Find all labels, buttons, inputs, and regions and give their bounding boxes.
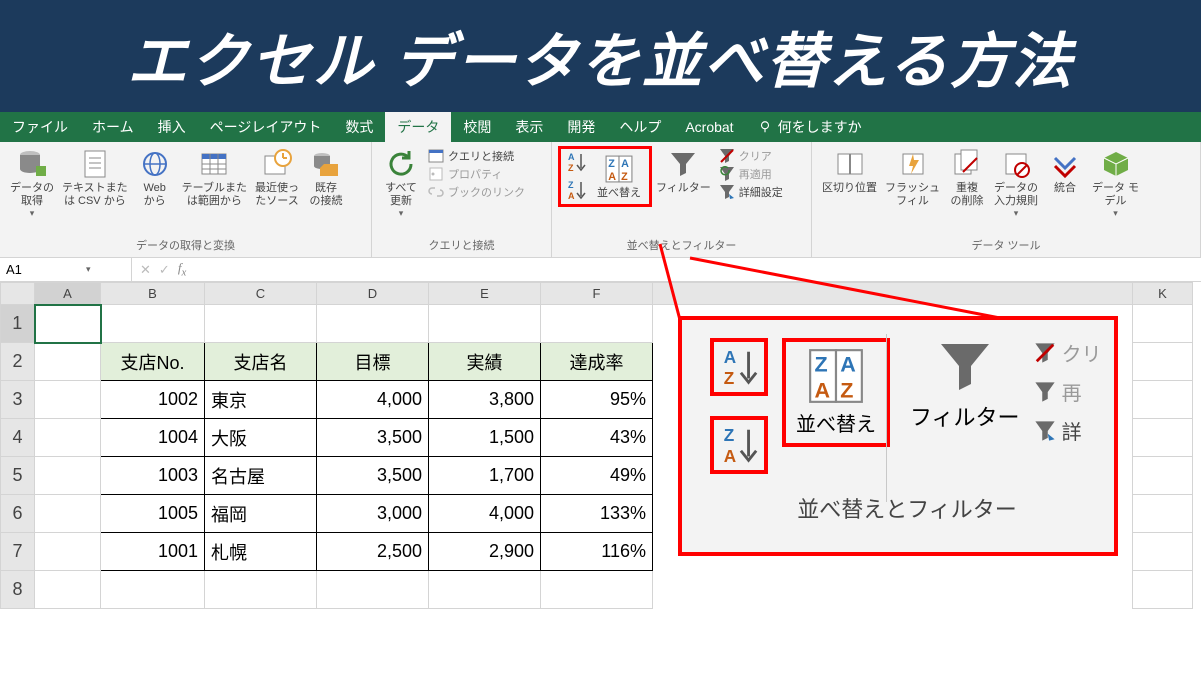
callout-group-label: 並べ替えとフィルター [710, 492, 1104, 524]
callout-reapply: 再 [1034, 377, 1102, 406]
sort-grid-icon [800, 348, 872, 404]
funnel-icon [937, 338, 993, 394]
advanced-icon [1034, 420, 1056, 442]
clear-icon [1034, 342, 1056, 364]
callout-sort-desc [710, 416, 768, 474]
zoom-callout: 並べ替え フィルター クリ 再 詳 並べ替え [678, 316, 1118, 556]
callout-sort-label: 並べ替え [796, 408, 876, 437]
reapply-icon [1034, 381, 1056, 403]
callout-sort-asc [710, 338, 768, 396]
callout-filter-label: フィルター [910, 400, 1020, 432]
callout-clear: クリ [1034, 338, 1102, 367]
callout-advanced: 詳 [1034, 416, 1102, 445]
separator [886, 334, 887, 502]
callout-sort-dialog: 並べ替え [782, 338, 890, 447]
callout-filter: フィルター [910, 338, 1020, 432]
